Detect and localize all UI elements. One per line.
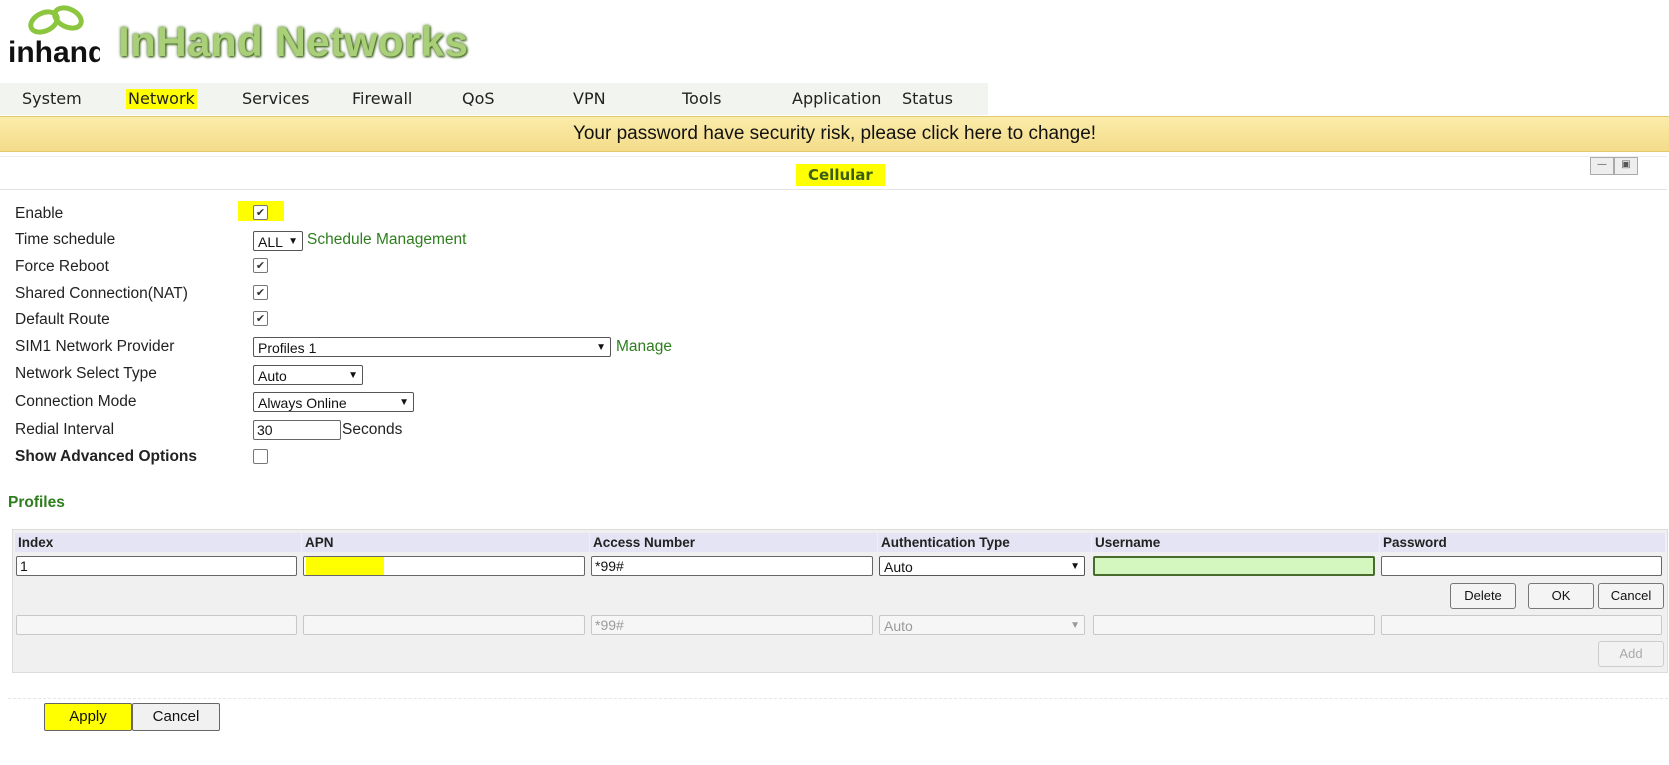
network-select-type-value: Auto [258,368,287,384]
panel-title: Cellular [796,164,885,186]
redial-interval-unit: Seconds [342,421,403,438]
nav-firewall[interactable]: Firewall [350,89,414,109]
enable-checkbox[interactable]: ✔ [253,205,268,220]
profile-cancel-button[interactable]: Cancel [1598,583,1664,609]
default-route-checkbox[interactable]: ✔ [253,311,268,326]
profile-username-input[interactable] [1093,556,1375,576]
sim1-provider-value: Profiles 1 [258,340,317,356]
divider [8,698,1668,699]
inhand-logo: inhand [6,2,106,74]
apply-button[interactable]: Apply [44,703,132,731]
chevron-down-icon: ▼ [1070,561,1080,572]
force-reboot-checkbox[interactable]: ✔ [253,258,268,273]
sim1-provider-label: SIM1 Network Provider [15,338,175,355]
new-profile-auth-type-value: Auto [884,618,913,634]
minimize-icon[interactable]: — [1590,157,1614,175]
time-schedule-label: Time schedule [15,231,116,248]
show-advanced-checkbox[interactable] [253,449,268,464]
maximize-icon[interactable]: ▣ [1614,157,1638,175]
nav-application[interactable]: Application [790,89,883,109]
brand-name: InHand Networks [118,18,469,65]
enable-label: Enable [15,205,64,222]
apn-highlight [306,557,384,575]
network-select-type-label: Network Select Type [15,365,157,382]
nav-network[interactable]: Network [126,89,197,109]
network-select-type-select[interactable]: Auto ▼ [253,365,363,385]
shared-connection-checkbox[interactable]: ✔ [253,285,268,300]
new-profile-apn-input[interactable] [303,615,585,635]
nav-services[interactable]: Services [240,89,311,109]
profile-delete-button[interactable]: Delete [1450,583,1516,609]
show-advanced-label: Show Advanced Options [15,448,197,465]
chevron-down-icon: ▼ [288,236,298,247]
new-profile-index-input[interactable] [16,615,297,635]
shared-connection-label: Shared Connection(NAT) [15,285,188,302]
profile-password-input[interactable] [1381,556,1662,576]
add-profile-button[interactable]: Add [1598,641,1664,667]
force-reboot-label: Force Reboot [15,258,109,275]
sim1-provider-select[interactable]: Profiles 1 ▼ [253,337,611,357]
chevron-down-icon: ▼ [348,370,358,381]
checkmark-icon: ✔ [255,259,266,272]
col-password-header: Password [1380,533,1665,552]
new-profile-username-input[interactable] [1093,615,1375,635]
profile-index-input[interactable]: 1 [16,556,297,576]
connection-mode-label: Connection Mode [15,393,137,410]
connection-mode-value: Always Online [258,395,347,411]
manage-link[interactable]: Manage [616,338,672,356]
time-schedule-select[interactable]: ALL ▼ [253,231,303,251]
nav-tools[interactable]: Tools [680,89,723,109]
checkmark-icon: ✔ [255,312,266,325]
profile-access-number-input[interactable]: *99# [591,556,873,576]
col-apn-header: APN [302,533,589,552]
col-auth-type-header: Authentication Type [878,533,1091,552]
default-route-label: Default Route [15,311,110,328]
col-index-header: Index [15,533,301,552]
redial-interval-label: Redial Interval [15,421,115,438]
logo-text: inhand [8,36,100,69]
chevron-down-icon: ▼ [1070,620,1080,631]
schedule-management-link[interactable]: Schedule Management [307,231,466,249]
nav-status[interactable]: Status [900,89,955,109]
profile-ok-button[interactable]: OK [1528,583,1594,609]
profiles-title: Profiles [8,494,65,511]
checkmark-icon: ✔ [255,206,266,219]
time-schedule-value: ALL [258,234,283,250]
redial-interval-input[interactable]: 30 [253,420,341,440]
profile-auth-type-value: Auto [884,559,913,575]
chevron-down-icon: ▼ [399,397,409,408]
chevron-down-icon: ▼ [596,342,606,353]
nav-vpn[interactable]: VPN [571,89,608,109]
password-warning-banner[interactable]: Your password have security risk, please… [0,116,1669,152]
new-profile-password-input[interactable] [1381,615,1662,635]
new-profile-access-number-input[interactable]: *99# [591,615,873,635]
new-profile-auth-type-select[interactable]: Auto ▼ [879,615,1085,635]
col-access-number-header: Access Number [590,533,877,552]
checkmark-icon: ✔ [255,286,266,299]
connection-mode-select[interactable]: Always Online ▼ [253,392,414,412]
col-username-header: Username [1092,533,1379,552]
nav-qos[interactable]: QoS [460,89,497,109]
top-nav: System Network Services Firewall QoS VPN… [0,83,988,115]
cancel-button[interactable]: Cancel [132,703,220,731]
profile-auth-type-select[interactable]: Auto ▼ [879,556,1085,576]
nav-system[interactable]: System [20,89,84,109]
